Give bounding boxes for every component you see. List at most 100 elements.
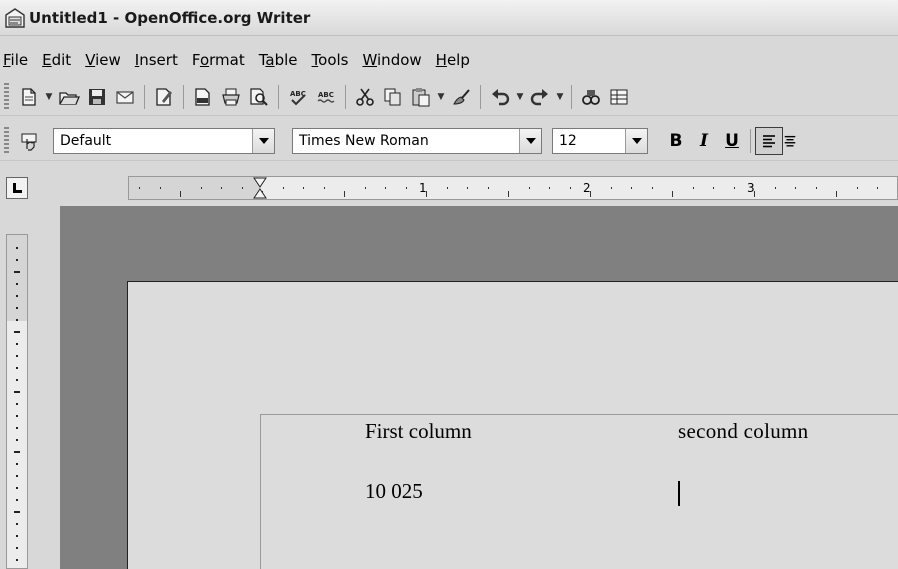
- ruler-tick: [14, 331, 20, 333]
- export-pdf-icon[interactable]: [189, 83, 217, 111]
- ruler-tick: [14, 451, 20, 453]
- ruler-tick: [14, 271, 20, 273]
- format-paintbrush-icon[interactable]: [447, 83, 475, 111]
- ruler-tick: [549, 187, 550, 189]
- redo-dropdown-arrow[interactable]: ▼: [554, 83, 566, 111]
- edit-file-icon[interactable]: [150, 83, 178, 111]
- ruler-tick: [610, 187, 612, 189]
- align-left-icon: [763, 134, 775, 147]
- new-dropdown-arrow[interactable]: ▼: [43, 83, 55, 111]
- email-icon[interactable]: [111, 83, 139, 111]
- ruler-tick: [14, 391, 20, 393]
- ruler-tick: [16, 355, 18, 357]
- ruler-tick: [16, 367, 18, 369]
- document-text[interactable]: First column: [365, 419, 472, 444]
- ruler-tick: [16, 463, 18, 465]
- page-preview-icon[interactable]: [245, 83, 273, 111]
- paragraph-style-select[interactable]: Default: [53, 127, 275, 154]
- ruler-tick: [692, 187, 694, 189]
- indent-marker-icon[interactable]: [253, 177, 267, 199]
- document-text[interactable]: second column: [678, 419, 808, 444]
- font-size-value: 12: [559, 132, 577, 149]
- print-icon[interactable]: [217, 83, 245, 111]
- table-icon[interactable]: [605, 83, 633, 111]
- ruler-tick: [180, 191, 181, 197]
- ruler-tick: [221, 187, 222, 189]
- toolbar-separator: [750, 128, 751, 153]
- ruler-tick: [159, 187, 161, 189]
- ruler-tick: [508, 191, 509, 197]
- menu-file[interactable]: File: [0, 51, 35, 69]
- paste-icon[interactable]: [407, 83, 435, 111]
- new-document-icon[interactable]: [15, 83, 43, 111]
- ruler-tick: [528, 187, 530, 189]
- underline-button[interactable]: U: [718, 127, 746, 155]
- toolbar-separator: [571, 84, 572, 109]
- horizontal-ruler[interactable]: 1 2 3: [128, 176, 898, 200]
- font-name-select[interactable]: Times New Roman: [292, 127, 542, 154]
- ruler-tick: [815, 187, 817, 189]
- title-bar: Untitled1 - OpenOffice.org Writer: [0, 0, 898, 36]
- ruler-tick: [303, 187, 304, 189]
- ruler-tick: [385, 187, 386, 189]
- chevron-down-icon[interactable]: [252, 128, 274, 153]
- ruler-tick: [405, 187, 407, 189]
- bold-button[interactable]: B: [662, 127, 690, 155]
- menu-tools[interactable]: Tools: [305, 51, 356, 69]
- ruler-tick: [16, 379, 18, 381]
- undo-icon[interactable]: [486, 83, 514, 111]
- ruler-tick: [16, 283, 18, 285]
- navigator-icon[interactable]: [577, 83, 605, 111]
- openoffice-writer-icon: [4, 7, 26, 29]
- open-folder-icon[interactable]: [55, 83, 83, 111]
- font-size-select[interactable]: 12: [552, 127, 648, 154]
- autospellcheck-icon[interactable]: ABC: [312, 83, 340, 111]
- menu-window[interactable]: Window: [356, 51, 429, 69]
- formatting-toolbar: Default Times New Roman 12 B I U: [0, 121, 898, 161]
- svg-text:ABC: ABC: [318, 91, 334, 99]
- redo-icon[interactable]: [526, 83, 554, 111]
- ruler-tick: [200, 187, 202, 189]
- spellcheck-icon[interactable]: ABC: [284, 83, 312, 111]
- ruler-tick: [16, 247, 18, 249]
- ruler-number: 3: [747, 181, 755, 195]
- menu-bar: File Edit View Insert Format Table Tools…: [0, 47, 477, 73]
- text-cursor: [678, 481, 680, 506]
- ruler-tick: [733, 187, 735, 189]
- ruler-tick: [713, 187, 714, 189]
- copy-icon[interactable]: [379, 83, 407, 111]
- toolbar-grip[interactable]: [4, 82, 9, 111]
- vertical-ruler[interactable]: [6, 234, 28, 569]
- chevron-down-icon[interactable]: [519, 128, 541, 153]
- menu-table[interactable]: Table: [252, 51, 305, 69]
- ruler-tick: [139, 187, 140, 189]
- italic-button[interactable]: I: [690, 127, 718, 155]
- menu-insert[interactable]: Insert: [128, 51, 185, 69]
- menu-view[interactable]: View: [78, 51, 128, 69]
- ruler-number: 2: [583, 181, 591, 195]
- ruler-tick: [774, 187, 776, 189]
- document-text[interactable]: 10 025: [365, 479, 423, 504]
- styles-formatting-icon[interactable]: [15, 127, 43, 155]
- ruler-tick: [364, 187, 366, 189]
- menu-edit[interactable]: Edit: [35, 51, 78, 69]
- menu-format[interactable]: Format: [185, 51, 252, 69]
- toolbar-separator: [345, 84, 346, 109]
- paragraph-style-value: Default: [60, 132, 112, 149]
- menu-help[interactable]: Help: [429, 51, 477, 69]
- undo-dropdown-arrow[interactable]: ▼: [514, 83, 526, 111]
- paste-dropdown-arrow[interactable]: ▼: [435, 83, 447, 111]
- toolbar-grip[interactable]: [4, 126, 9, 155]
- font-name-value: Times New Roman: [299, 132, 429, 149]
- ruler-tick: [16, 307, 18, 309]
- save-icon[interactable]: [83, 83, 111, 111]
- ruler-tick: [856, 187, 858, 189]
- tab-stop-type-button[interactable]: [6, 177, 28, 199]
- align-left-button[interactable]: [755, 126, 783, 155]
- ruler-tick: [569, 187, 571, 189]
- ruler-tick: [487, 187, 489, 189]
- ruler-tick: [16, 535, 18, 537]
- cut-icon[interactable]: [351, 83, 379, 111]
- align-center-button[interactable]: [783, 127, 797, 155]
- chevron-down-icon[interactable]: [625, 128, 647, 153]
